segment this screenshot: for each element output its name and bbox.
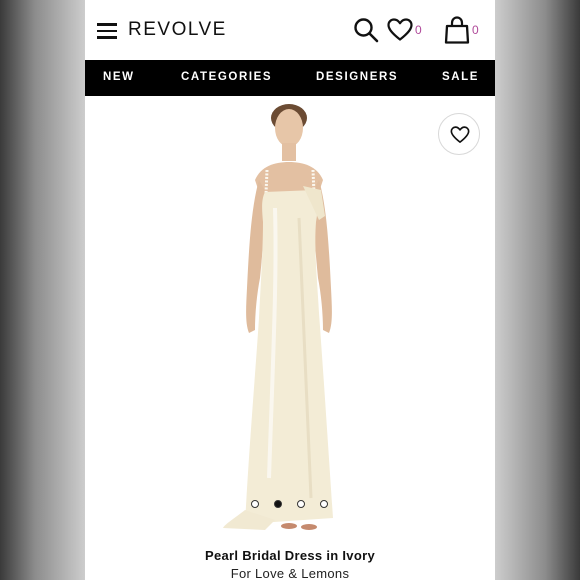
heart-icon[interactable]: [387, 18, 413, 42]
search-icon[interactable]: [353, 17, 379, 43]
product-photo[interactable]: [215, 98, 365, 534]
carousel-dot[interactable]: [320, 500, 328, 508]
product-brand[interactable]: For Love & Lemons: [85, 566, 495, 580]
nav-item-sale[interactable]: SALE: [442, 71, 479, 83]
heart-outline-icon: [450, 126, 470, 143]
favorite-button[interactable]: [438, 113, 480, 155]
app-screen: REVOLVE 0 0 NEW CATEGORIES DESIGNERS SAL…: [85, 0, 495, 580]
nav-item-designers[interactable]: DESIGNERS: [316, 71, 398, 83]
bag-icon[interactable]: [444, 16, 470, 44]
product-title[interactable]: Pearl Bridal Dress in Ivory: [85, 548, 495, 563]
menu-icon[interactable]: [97, 23, 117, 39]
top-header: REVOLVE 0 0: [85, 0, 495, 60]
carousel-dot[interactable]: [297, 500, 305, 508]
bag-count: 0: [472, 23, 479, 37]
brand-logo[interactable]: REVOLVE: [128, 19, 227, 41]
nav-item-new[interactable]: NEW: [103, 71, 135, 83]
carousel-dot-active[interactable]: [274, 500, 282, 508]
category-nav: NEW CATEGORIES DESIGNERS SALE: [85, 60, 495, 96]
carousel-indicator: [251, 500, 331, 510]
wishlist-count: 0: [415, 23, 422, 37]
product-gallery[interactable]: [85, 96, 495, 536]
nav-item-categories[interactable]: CATEGORIES: [181, 71, 272, 83]
carousel-dot[interactable]: [251, 500, 259, 508]
